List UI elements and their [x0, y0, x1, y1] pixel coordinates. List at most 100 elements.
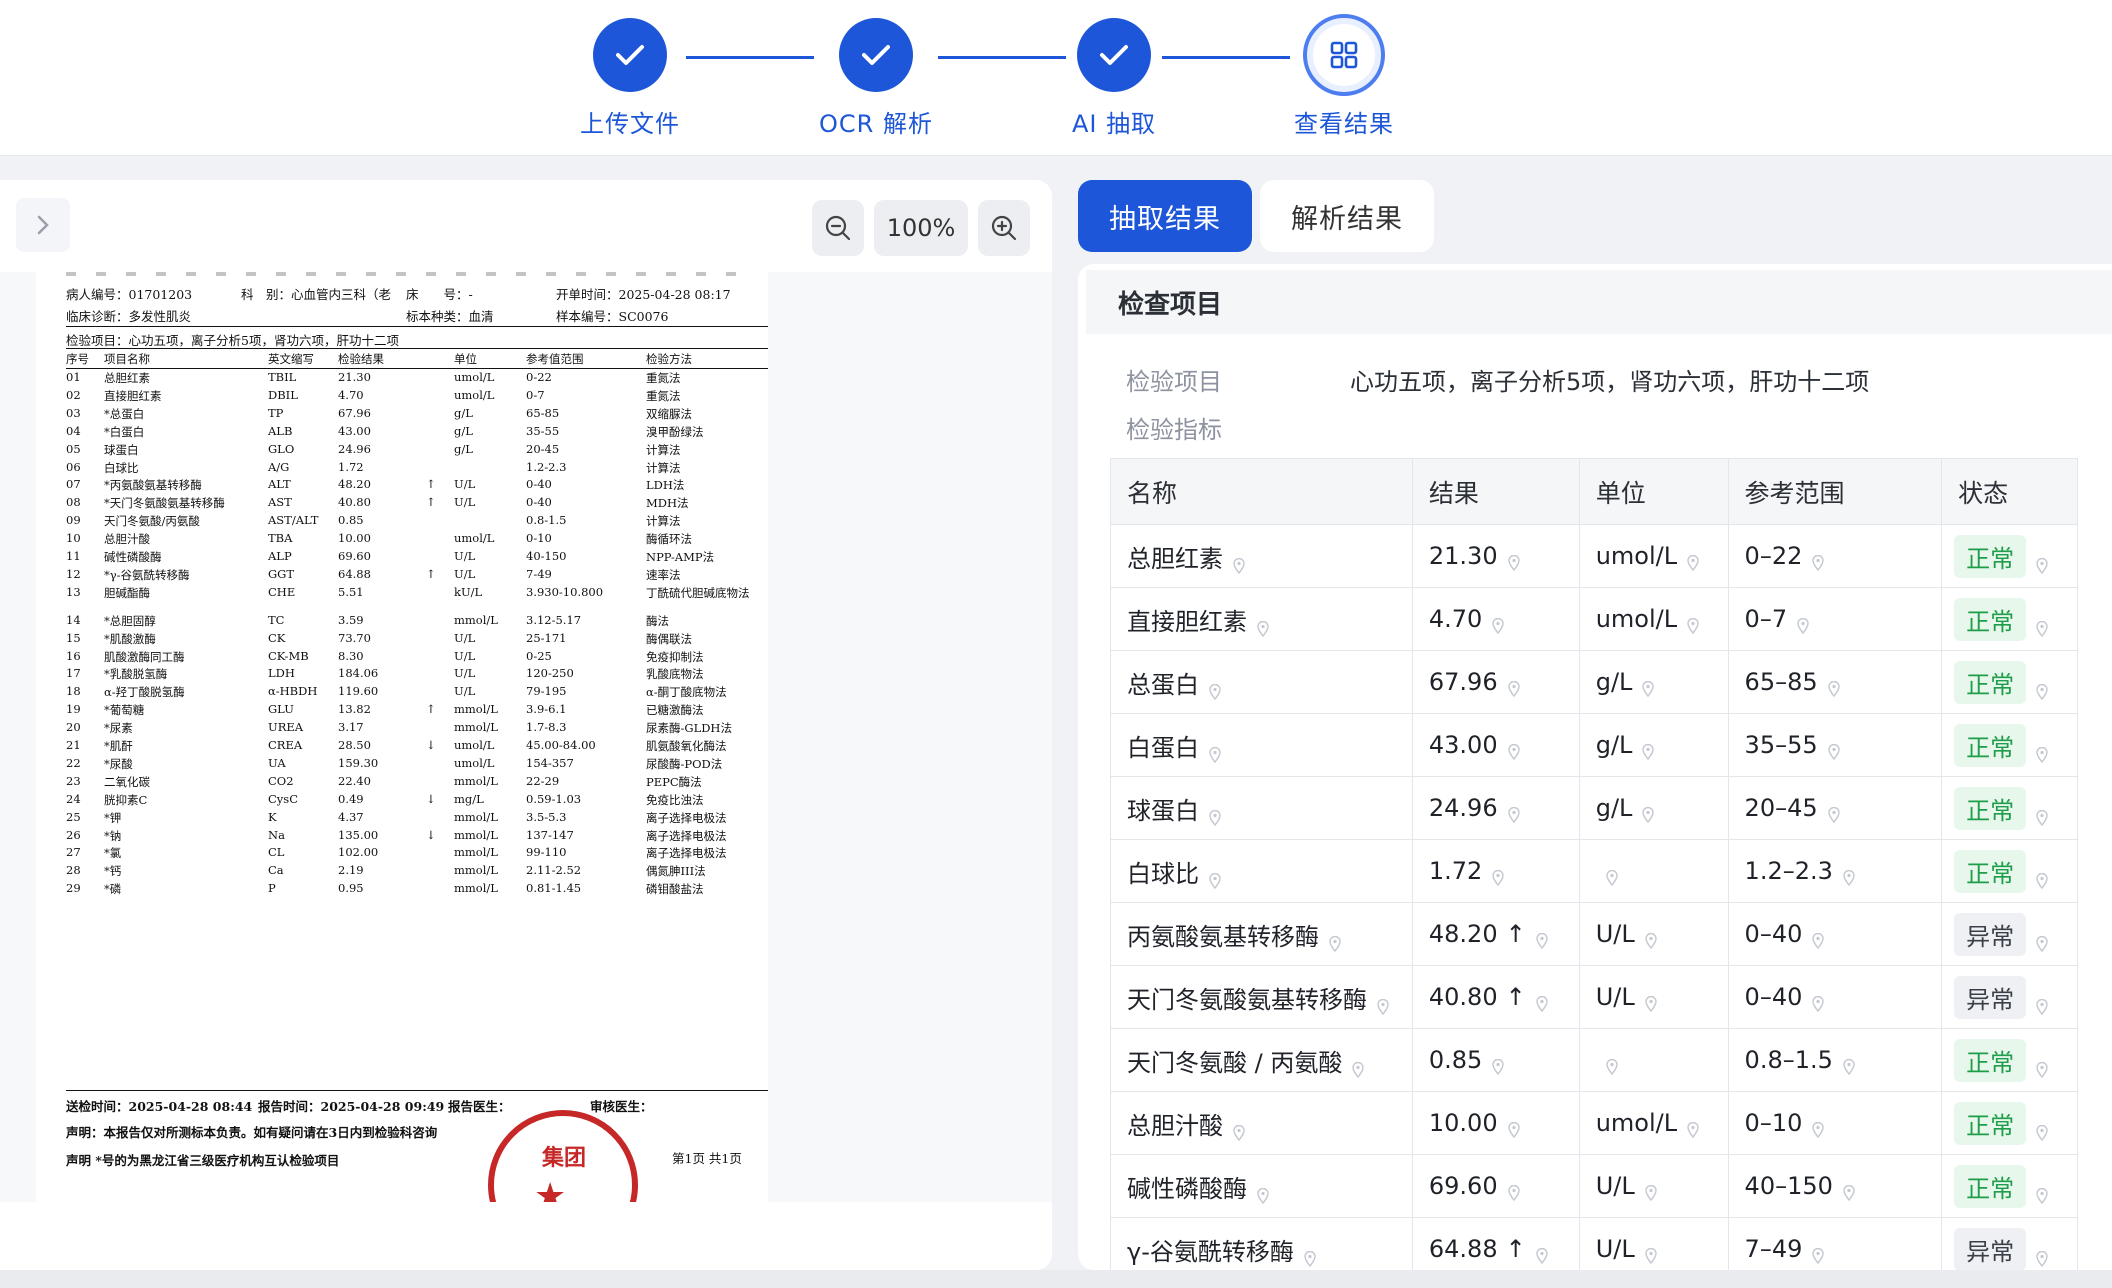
source-locate-icon[interactable] — [1645, 990, 1657, 1013]
source-locate-icon[interactable] — [1507, 549, 1520, 572]
item-unit: kU/L — [454, 584, 483, 599]
expand-panel-button[interactable] — [16, 198, 70, 252]
tab-parse-result[interactable]: 解析结果 — [1260, 180, 1434, 252]
source-locate-icon[interactable] — [1304, 1245, 1316, 1267]
table-row[interactable]: 天门冬氨酸氨基转移酶 40.80 ↑ U/L 0–40 异常 — [1110, 965, 2078, 1029]
step-label: AI 抽取 — [1071, 110, 1157, 138]
source-locate-icon[interactable] — [1536, 1242, 1548, 1265]
table-row[interactable]: 丙氨酸氨基转移酶 48.20 ↑ U/L 0–40 异常 — [1110, 902, 2078, 966]
indicator-name: 直接胆红素 — [1127, 607, 1247, 636]
source-locate-icon[interactable] — [1843, 1053, 1855, 1076]
source-locate-icon[interactable] — [1492, 612, 1505, 635]
step-view-results[interactable]: 查看结果 — [1244, 14, 1444, 139]
source-locate-icon[interactable] — [1507, 738, 1520, 761]
zoom-in-button[interactable] — [978, 200, 1030, 256]
table-row[interactable]: 白球比 1.72 1.2–2.3 正常 — [1110, 839, 2078, 903]
source-locate-icon[interactable] — [1209, 867, 1221, 889]
source-locate-icon[interactable] — [1536, 927, 1548, 950]
source-locate-icon[interactable] — [1642, 675, 1655, 698]
source-locate-icon[interactable] — [1642, 801, 1655, 824]
source-locate-icon[interactable] — [1812, 1242, 1825, 1265]
source-locate-icon[interactable] — [1492, 1053, 1505, 1076]
indicator-unit: U/L — [1595, 983, 1635, 1011]
step-ocr[interactable]: OCR 解析 — [776, 18, 976, 139]
table-row[interactable]: 球蛋白 24.96 g/L 20–45 正常 — [1110, 776, 2078, 840]
step-upload[interactable]: 上传文件 — [530, 18, 730, 139]
source-locate-icon[interactable] — [1606, 864, 1618, 887]
step-ai-extract[interactable]: AI 抽取 — [1014, 18, 1214, 139]
item-method: 肌氨酸氧化酶法 — [646, 739, 727, 753]
source-locate-icon[interactable] — [1329, 930, 1341, 952]
document-scroll-area[interactable]: 病人编号：01701203 科 别：心血管内三科（老 床 号：- 开单时间：20… — [0, 272, 1052, 1202]
source-locate-icon[interactable] — [1843, 864, 1855, 887]
table-row[interactable]: 碱性磷酸酶 69.60 U/L 40–150 正常 — [1110, 1154, 2078, 1218]
source-locate-icon[interactable] — [2036, 552, 2048, 574]
source-locate-icon[interactable] — [1827, 738, 1840, 761]
source-locate-icon[interactable] — [1642, 738, 1655, 761]
lab-row: 28 *钙 Ca 2.19 mmol/L 2.11-2.52 偶氮胂III法 — [36, 863, 768, 881]
indicator-value: 0.85 — [1428, 1046, 1483, 1074]
source-locate-icon[interactable] — [1812, 1116, 1825, 1139]
table-row[interactable]: 白蛋白 43.00 g/L 35–55 正常 — [1110, 713, 2078, 777]
source-locate-icon[interactable] — [1687, 1116, 1699, 1139]
lab-row: 04 *白蛋白 ALB 43.00 g/L 35-55 溴甲酚绿法 — [36, 424, 768, 442]
source-locate-icon[interactable] — [1536, 990, 1548, 1013]
table-row[interactable]: γ-谷氨酰转移酶 64.88 ↑ U/L 7–49 异常 — [1110, 1217, 2078, 1270]
table-row[interactable]: 总胆汁酸 10.00 umol/L 0–10 正常 — [1110, 1091, 2078, 1155]
source-locate-icon[interactable] — [1233, 1119, 1245, 1141]
source-locate-icon[interactable] — [1377, 993, 1389, 1015]
zoom-out-button[interactable] — [812, 200, 864, 256]
source-locate-icon[interactable] — [2036, 867, 2048, 889]
table-row[interactable]: 天门冬氨酸 / 丙氨酸 0.85 0.8–1.5 正常 — [1110, 1028, 2078, 1092]
source-locate-icon[interactable] — [1812, 990, 1825, 1013]
source-locate-icon[interactable] — [2036, 993, 2048, 1015]
source-locate-icon[interactable] — [2036, 615, 2048, 637]
item-name: *肌酐 — [104, 739, 133, 753]
item-abbr: UA — [268, 755, 286, 770]
source-locate-icon[interactable] — [1687, 612, 1699, 635]
source-locate-icon[interactable] — [1812, 549, 1825, 572]
source-locate-icon[interactable] — [1507, 801, 1520, 824]
source-locate-icon[interactable] — [1209, 741, 1221, 763]
source-locate-icon[interactable] — [2036, 804, 2048, 826]
table-row[interactable]: 总胆红素 21.30 umol/L 0–22 正常 — [1110, 524, 2078, 588]
source-locate-icon[interactable] — [1507, 675, 1520, 698]
source-locate-icon[interactable] — [1233, 552, 1245, 574]
source-locate-icon[interactable] — [1492, 864, 1505, 887]
source-locate-icon[interactable] — [2036, 930, 2048, 952]
tab-extract-result[interactable]: 抽取结果 — [1078, 180, 1252, 252]
status-badge: 正常 — [1954, 1101, 2027, 1145]
source-locate-icon[interactable] — [2036, 1182, 2048, 1204]
source-locate-icon[interactable] — [1797, 612, 1809, 635]
source-locate-icon[interactable] — [1507, 1116, 1520, 1139]
source-locate-icon[interactable] — [1257, 1182, 1269, 1204]
source-locate-icon[interactable] — [2036, 741, 2048, 763]
row-index: 10 — [66, 531, 81, 546]
source-locate-icon[interactable] — [1209, 678, 1221, 700]
item-flag: ↑ — [426, 566, 436, 581]
table-row[interactable]: 总蛋白 67.96 g/L 65–85 正常 — [1110, 650, 2078, 714]
indicator-range: 0–10 — [1744, 1109, 1803, 1137]
status-badge: 正常 — [1954, 723, 2027, 767]
horizontal-scrollbar[interactable] — [0, 1270, 2112, 1288]
source-locate-icon[interactable] — [2036, 1119, 2048, 1141]
source-locate-icon[interactable] — [1257, 615, 1269, 637]
source-locate-icon[interactable] — [1606, 1053, 1618, 1076]
source-locate-icon[interactable] — [1827, 675, 1840, 698]
source-locate-icon[interactable] — [1507, 1179, 1520, 1202]
source-locate-icon[interactable] — [1645, 927, 1657, 950]
source-locate-icon[interactable] — [2036, 678, 2048, 700]
source-locate-icon[interactable] — [1687, 549, 1699, 572]
source-locate-icon[interactable] — [1352, 1056, 1365, 1078]
source-locate-icon[interactable] — [1843, 1179, 1855, 1202]
source-locate-icon[interactable] — [1827, 801, 1840, 824]
row-index: 06 — [66, 459, 81, 474]
source-locate-icon[interactable] — [1209, 804, 1221, 826]
source-locate-icon[interactable] — [1645, 1242, 1657, 1265]
table-row[interactable]: 直接胆红素 4.70 umol/L 0–7 正常 — [1110, 587, 2078, 651]
source-locate-icon[interactable] — [2036, 1056, 2048, 1078]
item-abbr: LDH — [268, 666, 295, 681]
source-locate-icon[interactable] — [1812, 927, 1825, 950]
source-locate-icon[interactable] — [2036, 1245, 2048, 1267]
source-locate-icon[interactable] — [1645, 1179, 1657, 1202]
